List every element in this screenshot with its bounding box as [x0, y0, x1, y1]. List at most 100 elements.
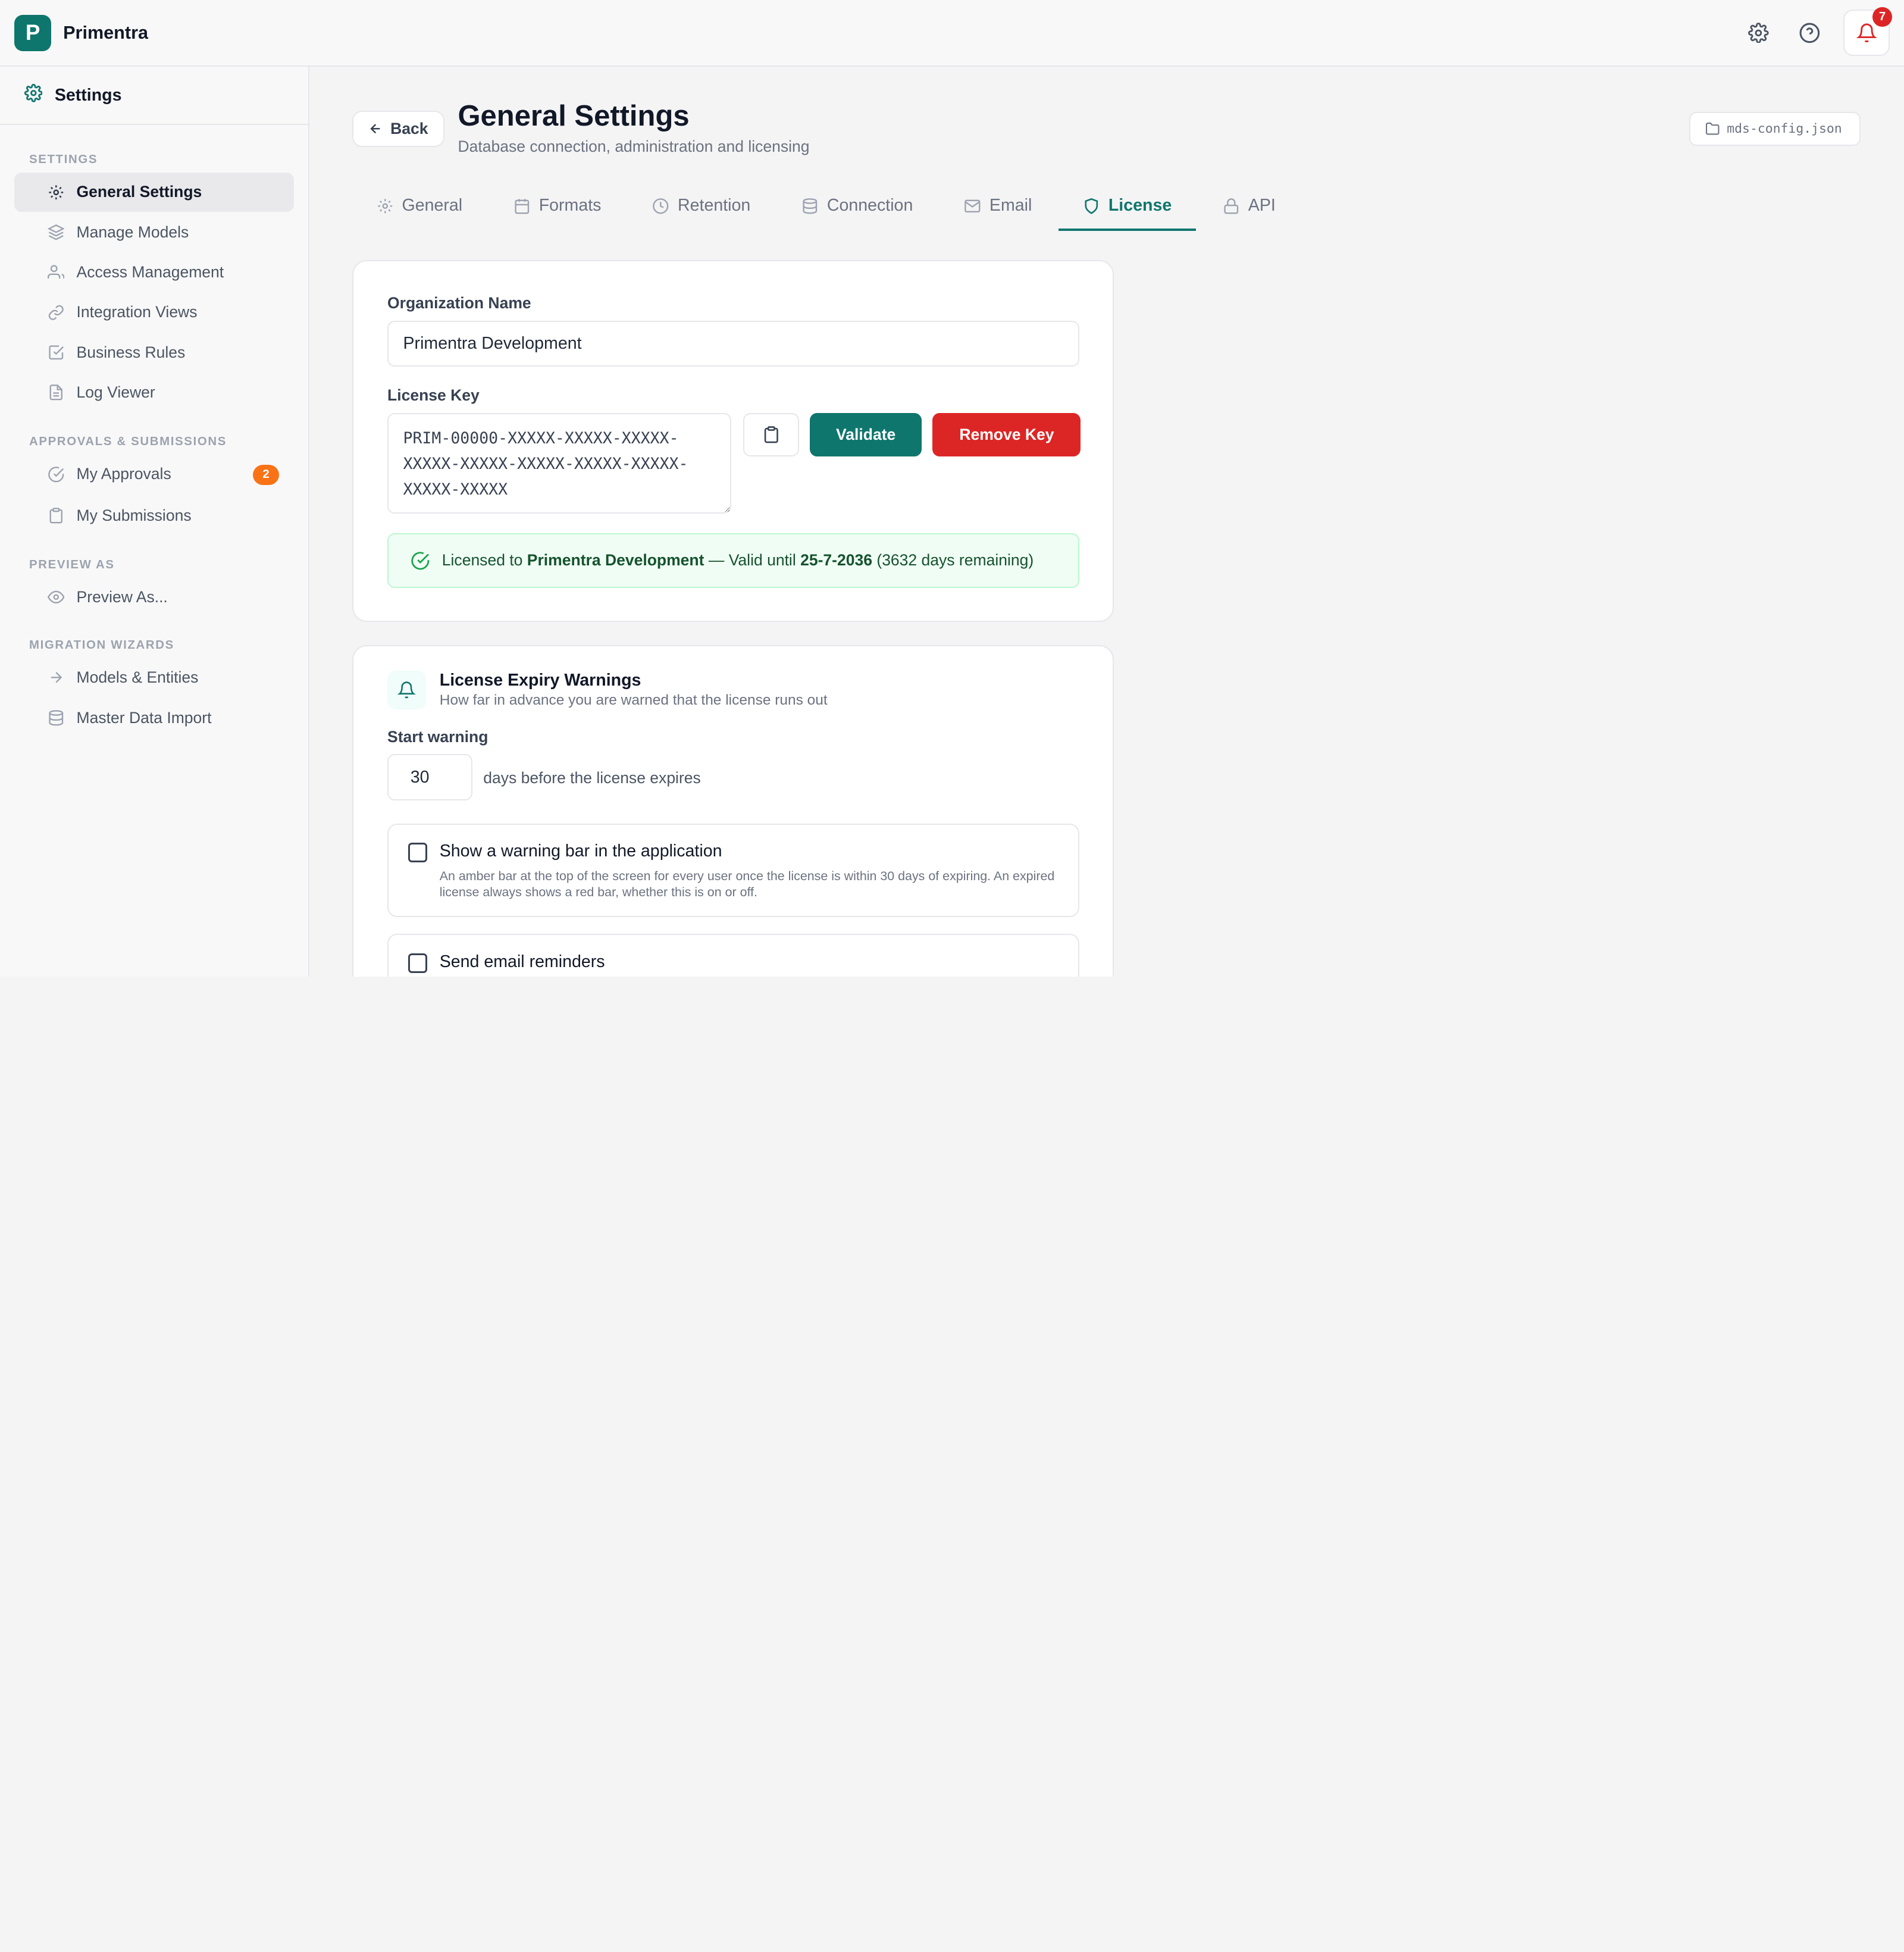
sidebar-item-label: Log Viewer	[76, 383, 155, 402]
license-card: Organization Name License Key PRIM-00000…	[352, 259, 1114, 622]
tab-label: API	[1248, 196, 1276, 215]
remove-key-button[interactable]: Remove Key	[932, 412, 1081, 457]
warning-bar-option: Show a warning bar in the application An…	[387, 823, 1080, 917]
start-warning-label: Start warning	[387, 727, 488, 746]
sidebar-section-approvals: APPROVALS & SUBMISSIONS	[29, 435, 227, 449]
sidebar-header: Settings	[0, 67, 309, 126]
users-icon	[47, 264, 65, 281]
email-reminders-title: Send email reminders	[439, 952, 605, 972]
database-icon	[801, 198, 819, 215]
tab-formats[interactable]: Formats	[489, 183, 625, 231]
warning-bar-title: Show a warning bar in the application	[439, 842, 722, 861]
arrow-left-icon	[370, 124, 380, 134]
sidebar-item-business-rules[interactable]: Business Rules	[14, 333, 293, 372]
status-remaining: (3632 days remaining)	[876, 551, 1034, 570]
page-title: General Settings	[458, 100, 690, 133]
tab-email[interactable]: Email	[940, 183, 1056, 231]
tab-label: Retention	[678, 196, 751, 215]
main-content: Back General Settings Database connectio…	[309, 67, 1904, 977]
sidebar-item-label: Integration Views	[76, 303, 198, 321]
tab-retention[interactable]: Retention	[628, 183, 775, 231]
sidebar: Settings SETTINGS General Settings Manag…	[0, 67, 310, 977]
license-key-input[interactable]: PRIM-00000-XXXXX-XXXXX-XXXXX-XXXXX-XXXXX…	[387, 412, 731, 514]
gear-icon	[24, 83, 43, 107]
tab-license[interactable]: License	[1059, 183, 1197, 231]
sidebar-title: Settings	[54, 85, 122, 105]
clock-icon	[652, 198, 669, 215]
license-status-text: Licensed to Primentra Development — Vali…	[442, 551, 1034, 570]
check-circle-icon	[411, 551, 430, 571]
tab-api[interactable]: API	[1198, 183, 1300, 231]
validate-button[interactable]: Validate	[810, 412, 922, 457]
tab-label: Formats	[538, 196, 602, 215]
sidebar-item-label: Manage Models	[76, 223, 189, 241]
sidebar-item-integration-views[interactable]: Integration Views	[14, 293, 293, 331]
calendar-icon	[513, 198, 531, 215]
bell-icon	[1856, 23, 1877, 42]
page-subtitle: Database connection, administration and …	[458, 137, 810, 155]
status-prefix: Licensed to	[441, 551, 523, 570]
eye-icon	[47, 589, 65, 606]
top-bar: P Primentra 7	[0, 0, 1904, 67]
mail-icon	[964, 198, 981, 215]
arrow-right-icon	[48, 669, 65, 686]
expiry-warnings-card: License Expiry Warnings How far in advan…	[352, 645, 1114, 977]
tab-label: Email	[989, 196, 1032, 215]
link-icon	[48, 304, 65, 321]
license-key-label: License Key	[387, 386, 480, 404]
check-circle-icon	[48, 466, 65, 483]
layers-icon	[47, 224, 65, 241]
status-org: Primentra Development	[527, 551, 704, 570]
tab-label: Connection	[826, 196, 913, 215]
back-button[interactable]: Back	[352, 110, 444, 147]
bell-icon	[387, 670, 427, 709]
sidebar-item-label: Master Data Import	[76, 708, 212, 727]
warning-bar-description: An amber bar at the top of the screen fo…	[439, 869, 1055, 899]
sidebar-item-label: General Settings	[76, 183, 202, 201]
sidebar-item-models-entities[interactable]: Models & Entities	[14, 658, 293, 697]
sidebar-item-master-data-import[interactable]: Master Data Import	[14, 698, 293, 737]
tab-label: License	[1108, 196, 1172, 215]
help-button[interactable]	[1793, 16, 1827, 50]
sidebar-item-manage-models[interactable]: Manage Models	[14, 213, 293, 252]
topbar-actions: 7	[1742, 7, 1892, 56]
database-icon	[48, 709, 65, 727]
gear-icon	[377, 198, 394, 215]
app-root: P Primentra 7 Settings SETTINGS General …	[0, 0, 1904, 977]
back-label: Back	[390, 119, 428, 137]
sidebar-item-label: Preview As...	[76, 588, 168, 606]
sidebar-item-my-submissions[interactable]: My Submissions	[14, 496, 293, 535]
sidebar-item-my-approvals[interactable]: My Approvals 2	[14, 455, 293, 493]
config-file-button[interactable]: mds-config.json	[1689, 111, 1861, 146]
tab-general[interactable]: General	[352, 183, 487, 231]
sidebar-item-preview-as[interactable]: Preview As...	[14, 578, 293, 617]
approvals-count-badge: 2	[252, 464, 280, 486]
gear-icon	[1748, 22, 1769, 43]
expiry-subtitle: How far in advance you are warned that t…	[439, 692, 828, 709]
app-logo[interactable]: P	[14, 14, 51, 51]
warning-bar-checkbox[interactable]	[408, 843, 428, 862]
notifications-button[interactable]: 7	[1843, 7, 1892, 56]
settings-button[interactable]	[1742, 16, 1775, 50]
org-name-input[interactable]	[387, 320, 1080, 367]
email-reminders-option: Send email reminders	[387, 934, 1080, 977]
warning-days-input[interactable]	[387, 754, 472, 800]
file-text-icon	[48, 384, 65, 401]
tab-connection[interactable]: Connection	[777, 183, 937, 231]
email-reminders-checkbox[interactable]	[408, 953, 428, 973]
sidebar-item-label: Models & Entities	[76, 668, 199, 687]
notification-count-badge: 7	[1872, 7, 1892, 27]
license-status-banner: Licensed to Primentra Development — Vali…	[387, 533, 1080, 588]
settings-tabs: General Formats Retention Connection Ema…	[352, 183, 1302, 232]
help-circle-icon	[1799, 23, 1820, 43]
sidebar-item-general-settings[interactable]: General Settings	[14, 173, 294, 212]
sidebar-item-log-viewer[interactable]: Log Viewer	[14, 373, 293, 412]
lock-icon	[1223, 198, 1240, 215]
shield-icon	[1083, 198, 1100, 215]
sidebar-section-migration: MIGRATION WIZARDS	[29, 638, 174, 652]
paste-key-button[interactable]	[743, 412, 799, 457]
status-mid: — Valid until	[708, 551, 796, 570]
config-file-name: mds-config.json	[1727, 121, 1842, 136]
sidebar-item-access-management[interactable]: Access Management	[14, 253, 293, 292]
tab-label: General	[402, 196, 463, 215]
